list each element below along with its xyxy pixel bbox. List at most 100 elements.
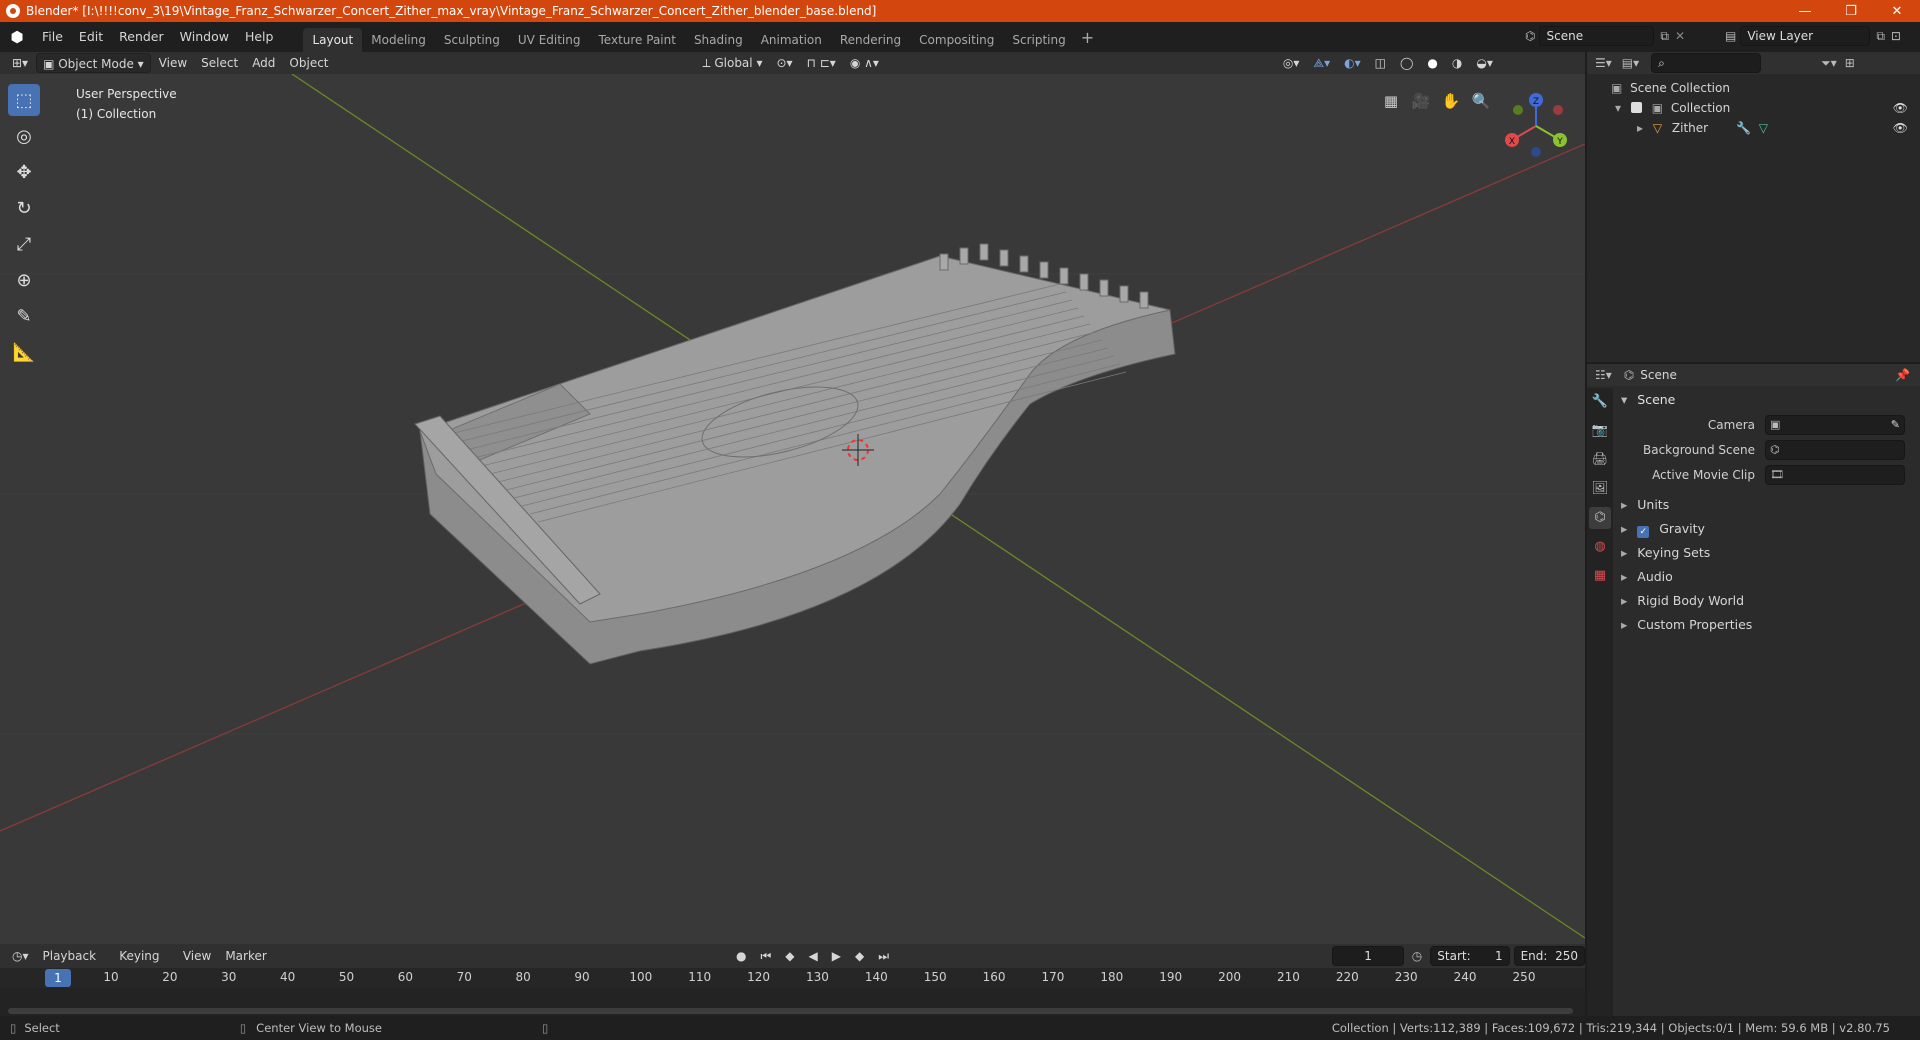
transform-tool-icon[interactable]: ⊕ [8, 264, 40, 296]
background-scene-field[interactable]: ⌬ [1765, 439, 1905, 460]
play-reverse-icon[interactable]: ◀ [803, 946, 824, 966]
minimize-button[interactable]: — [1782, 0, 1828, 22]
jump-start-icon[interactable]: ⏮ [754, 946, 777, 966]
menu-keying[interactable]: Keying ▾ [113, 946, 175, 983]
filter-icon[interactable]: ⏷▾ [1821, 56, 1837, 71]
display-mode-icon[interactable]: ▤▾ [1622, 56, 1639, 70]
new-scene-icon[interactable]: ⧉ [1660, 29, 1669, 44]
new-view-layer-icon[interactable]: ⧉ [1876, 29, 1885, 44]
tab-modeling[interactable]: Modeling [362, 28, 435, 52]
menu-window[interactable]: Window [172, 22, 237, 52]
collection-visibility-icon[interactable]: 👁 [1893, 98, 1908, 118]
outliner-row-collection[interactable]: ▾ ▣ Collection 👁 [1587, 98, 1920, 118]
current-frame-field[interactable]: 1 [1332, 946, 1404, 966]
scene-field[interactable]: Scene [1539, 26, 1655, 46]
outliner-row-zither[interactable]: ▸ ▽ Zither 🔧 ▽ 👁 [1587, 118, 1920, 138]
grid-view-icon[interactable]: ▦ [1378, 88, 1404, 114]
pan-hand-icon[interactable]: ✋ [1438, 88, 1464, 114]
menu-object[interactable]: Object [283, 53, 334, 73]
record-icon[interactable]: ● [730, 946, 752, 966]
menu-add[interactable]: Add [246, 53, 281, 73]
menu-view[interactable]: View [153, 53, 193, 73]
rotate-tool-icon[interactable]: ↻ [8, 192, 40, 224]
timeline-ruler[interactable]: 1102030405060708090100110120130140150160… [0, 968, 1585, 988]
start-frame-field[interactable]: Start: 1 [1430, 946, 1510, 966]
render-props-tab-icon[interactable]: 📷 [1589, 420, 1611, 442]
collection-checkbox[interactable] [1630, 102, 1642, 113]
zoom-icon[interactable]: 🔍 [1468, 88, 1494, 114]
keying-sets-panel-header[interactable]: ▸ Keying Sets [1617, 541, 1920, 565]
pivot-icon[interactable]: ⊙▾ [770, 53, 798, 73]
scene-icon[interactable]: ⌬ [1525, 29, 1535, 43]
modifier-wrench-icon[interactable]: 🔧 [1736, 121, 1751, 135]
new-collection-icon[interactable]: ⊞ [1845, 56, 1855, 70]
active-movie-clip-field[interactable]: 🎞 [1765, 464, 1905, 485]
menu-timeline-view[interactable]: View [177, 946, 217, 966]
gizmo-toggle-icon[interactable]: ⟁▾ [1307, 53, 1336, 73]
tool-props-tab-icon[interactable]: 🔧 [1589, 391, 1611, 413]
tab-layout[interactable]: Layout [303, 28, 363, 52]
end-frame-field[interactable]: End: 250 [1513, 946, 1585, 966]
play-icon[interactable]: ▶ [826, 946, 847, 966]
tab-rendering[interactable]: Rendering [831, 28, 910, 52]
output-props-tab-icon[interactable]: 🖨 [1589, 449, 1611, 471]
wireframe-shading-icon[interactable]: ◯ [1394, 53, 1419, 73]
editor-type-icon[interactable]: ⊞▾ [6, 53, 34, 73]
proportional-edit-icon[interactable]: ◉ ∧▾ [844, 53, 885, 73]
camera-view-icon[interactable]: 🎥 [1408, 88, 1434, 114]
units-panel-header[interactable]: ▸ Units [1617, 493, 1920, 517]
solid-shading-icon[interactable]: ● [1421, 53, 1443, 73]
navigation-gizmo[interactable]: Z X Y [1498, 88, 1574, 164]
outliner-editor-type-icon[interactable]: ☰▾ [1595, 56, 1612, 70]
menu-select[interactable]: Select [195, 53, 244, 73]
delete-scene-icon[interactable]: ✕ [1675, 29, 1685, 43]
scene-panel-header[interactable]: ▾ Scene [1617, 388, 1920, 412]
menu-playback[interactable]: Playback ▾ [37, 946, 112, 983]
blender-menu-icon[interactable]: ⬢ [8, 28, 26, 46]
next-keyframe-icon[interactable]: ◆ [849, 946, 870, 966]
cursor-tool-icon[interactable]: ◎ [8, 120, 40, 152]
audio-panel-header[interactable]: ▸ Audio [1617, 565, 1920, 589]
menu-file[interactable]: File [34, 22, 71, 52]
tab-sculpting[interactable]: Sculpting [435, 28, 509, 52]
annotate-tool-icon[interactable]: ✎ [8, 300, 40, 332]
prev-keyframe-icon[interactable]: ◆ [779, 946, 800, 966]
gravity-checkbox[interactable]: ✓ [1637, 526, 1650, 538]
3d-viewport[interactable]: ⬚ ◎ ✥ ↻ ⤢ ⊕ ✎ 📐 User Perspective (1) Col… [0, 74, 1585, 944]
maximize-button[interactable]: ❐ [1828, 0, 1874, 22]
object-mode-dropdown[interactable]: ▣ Object Mode ▾ [36, 53, 151, 73]
menu-render[interactable]: Render [111, 22, 172, 52]
delete-view-layer-icon[interactable]: ⊡ [1891, 29, 1901, 43]
view-layer-icon[interactable]: ▤ [1725, 29, 1736, 43]
overlays-icon[interactable]: ◐▾ [1338, 53, 1367, 73]
custom-properties-panel-header[interactable]: ▸ Custom Properties [1617, 613, 1920, 637]
properties-editor-type-icon[interactable]: ☷▾ [1595, 368, 1612, 382]
outliner-search-input[interactable]: ⌕ [1651, 53, 1762, 73]
material-shading-icon[interactable]: ◑ [1446, 53, 1468, 73]
scene-props-tab-icon[interactable]: ⌬ [1589, 507, 1611, 529]
expand-collection-icon[interactable]: ▾ [1615, 101, 1621, 115]
select-box-tool-icon[interactable]: ⬚ [8, 84, 40, 116]
add-workspace-button[interactable]: + [1075, 28, 1100, 47]
camera-field[interactable]: ▣ ✎ [1765, 414, 1905, 435]
xray-icon[interactable]: ◫ [1369, 53, 1392, 73]
tab-shading[interactable]: Shading [685, 28, 752, 52]
jump-end-icon[interactable]: ⏭ [872, 946, 895, 966]
view-layer-field[interactable]: View Layer [1740, 26, 1871, 46]
tab-scripting[interactable]: Scripting [1003, 28, 1074, 52]
gravity-panel-header[interactable]: ▸ ✓ Gravity [1617, 517, 1920, 541]
visibility-icon[interactable]: ◎▾ [1277, 53, 1306, 73]
zither-visibility-icon[interactable]: 👁 [1893, 118, 1908, 138]
world-props-tab-icon[interactable]: ◍ [1589, 536, 1611, 558]
orientation-dropdown[interactable]: ⟂ Global ▾ [697, 53, 769, 73]
rendered-shading-icon[interactable]: ◒▾ [1470, 53, 1499, 73]
tab-uv-editing[interactable]: UV Editing [509, 28, 590, 52]
timeline-scrollbar[interactable] [8, 1008, 1573, 1014]
playhead-current-frame[interactable]: 1 [45, 969, 71, 987]
tab-animation[interactable]: Animation [752, 28, 831, 52]
close-button[interactable]: ✕ [1874, 0, 1920, 22]
tab-texture-paint[interactable]: Texture Paint [590, 28, 685, 52]
snap-icon[interactable]: ⊓ ⊏▾ [801, 53, 842, 73]
measure-tool-icon[interactable]: 📐 [8, 336, 40, 368]
move-tool-icon[interactable]: ✥ [8, 156, 40, 188]
